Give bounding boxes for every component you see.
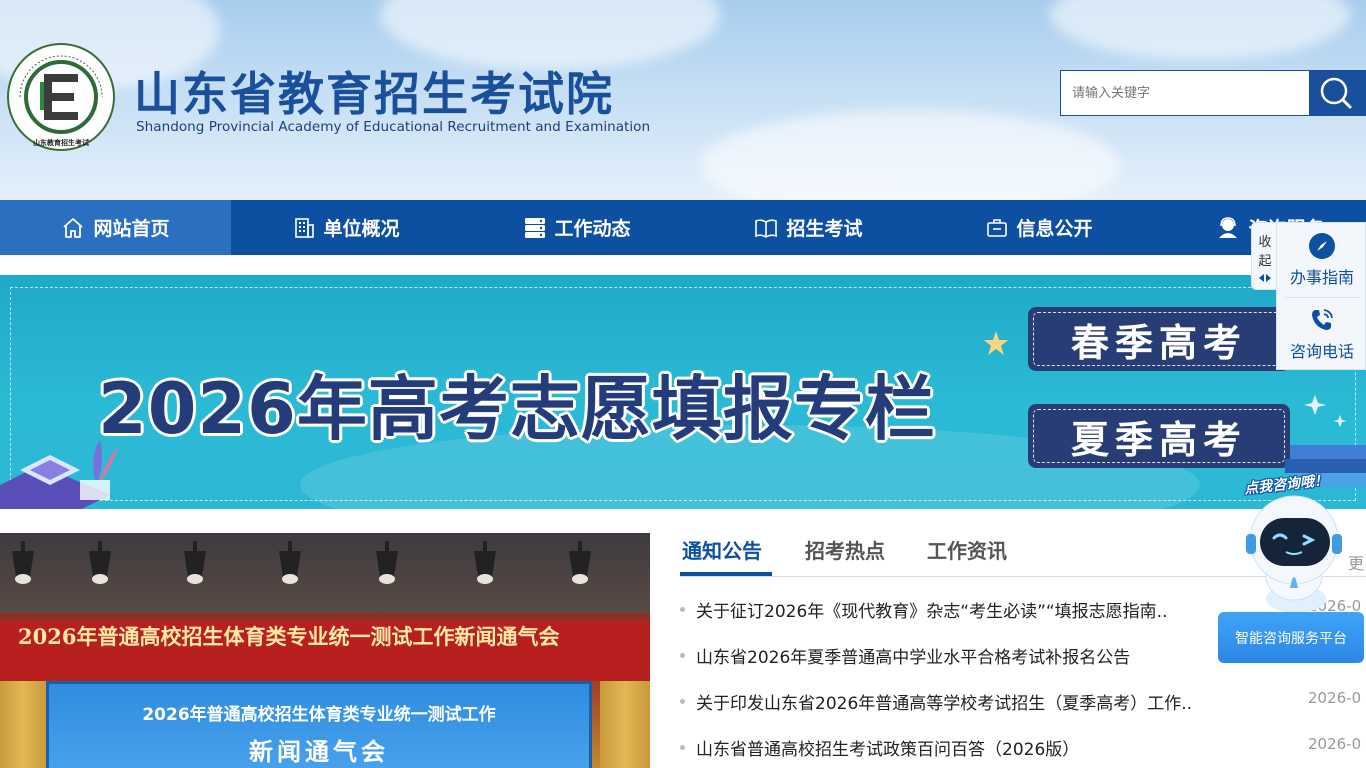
bullet-dot [680, 745, 685, 750]
curtain-right [600, 681, 650, 768]
tab-work-news[interactable]: 工作资讯 [927, 535, 1007, 581]
side-panel-collapse[interactable]: 收 起 [1251, 222, 1276, 290]
nav-item-label: 单位概况 [323, 218, 400, 240]
nav-item-about[interactable]: 单位概况 [231, 200, 462, 255]
summer-gaokao-button[interactable]: 夏季高考 [1028, 404, 1290, 468]
spotlight-icon [12, 541, 34, 584]
news-item[interactable]: 关于印发山东省2026年普通高等学校考试招生（夏季高考）工作.. 2026-0 [680, 686, 1366, 716]
curtain-left [0, 681, 46, 768]
news-photo[interactable]: 2026年普通高校招生体育类专业统一测试工作新闻通气会 2026年普通高校招生体… [0, 533, 650, 768]
smart-consult-label: 智能咨询服务平台 [1235, 630, 1347, 647]
compass-icon [1309, 233, 1335, 259]
screen-line-1: 2026年普通高校招生体育类专业统一测试工作 [142, 705, 496, 725]
academy-logo[interactable]: 山东教育招生考试 [6, 42, 116, 152]
page: 山东教育招生考试 山东省教育招生考试院 Shandong Provincial … [0, 0, 1366, 768]
star-icon [984, 331, 1008, 355]
briefcase-icon [987, 218, 1008, 237]
collapse-label-1: 收 [1258, 235, 1272, 250]
side-item-label: 咨询电话 [1289, 342, 1354, 361]
banner-title: 2026年高考志愿填报专栏 [98, 368, 936, 450]
headset-icon [1219, 216, 1238, 238]
spring-gaokao-label: 春季高考 [1070, 320, 1247, 365]
news-title[interactable]: 山东省普通高校招生考试政策百问百答（2026版） [696, 735, 1079, 760]
side-item-label: 办事指南 [1289, 268, 1354, 287]
spotlight-icon [184, 541, 206, 584]
spotlight-icon [474, 541, 496, 584]
spotlight-icon [376, 541, 398, 584]
nav-item-label: 网站首页 [93, 218, 170, 240]
search-input[interactable] [1060, 70, 1310, 116]
news-title[interactable]: 关于印发山东省2026年普通高等学校考试招生（夏季高考）工作.. [696, 689, 1192, 714]
phone-icon [1312, 309, 1333, 330]
building-icon [295, 217, 315, 238]
server-icon [525, 217, 546, 238]
emblem-bottom-text: 山东教育招生考试 [33, 138, 89, 147]
side-panel: 办事指南 咨询电话 [1276, 222, 1366, 370]
spring-gaokao-button[interactable]: 春季高考 [1028, 307, 1290, 371]
smart-consult-button[interactable]: 智能咨询服务平台 [1218, 612, 1364, 663]
main-nav: 网站首页 单位概况 工作动态 招生考试 信息公开 [0, 200, 1366, 255]
spotlight-icon [279, 541, 301, 584]
site-title: 山东省教育招生考试院 [134, 67, 614, 121]
nav-item-disclosure[interactable]: 信息公开 [924, 200, 1155, 255]
arrows-icon [1259, 274, 1271, 282]
projection-screen: 2026年普通高校招生体育类专业统一测试工作 新闻通气会 [46, 681, 592, 768]
nav-item-label: 信息公开 [1016, 218, 1093, 240]
cloud-decoration [700, 110, 1120, 200]
search-icon [1320, 77, 1352, 109]
tab-exam-hotspots[interactable]: 招考热点 [805, 535, 885, 581]
nav-item-news[interactable]: 工作动态 [462, 200, 693, 255]
news-title[interactable]: 关于征订2026年《现代教育》杂志“考生必读”“填报志愿指南.. [696, 597, 1168, 622]
nav-item-label: 工作动态 [554, 218, 631, 240]
news-date: 2026-0 [1308, 735, 1362, 753]
spotlight-icon [89, 541, 111, 584]
screen-line-2: 新闻通气会 [249, 738, 389, 766]
collapse-label-2: 起 [1258, 254, 1272, 269]
spotlight-icon [569, 541, 591, 584]
book-icon [755, 218, 778, 238]
bullet-dot [680, 607, 685, 612]
gaokao-banner[interactable]: 2026年高考志愿填报专栏 春季高考 夏季高考 [0, 275, 1366, 509]
bullet-dot [680, 653, 685, 658]
nav-item-admissions[interactable]: 招生考试 [693, 200, 924, 255]
header: 山东教育招生考试 山东省教育招生考试院 Shandong Provincial … [0, 0, 1366, 200]
site-subtitle: Shandong Provincial Academy of Education… [136, 119, 651, 135]
cloud-decoration [1050, 0, 1350, 60]
side-item-phone[interactable]: 咨询电话 [1277, 297, 1366, 371]
nav-item-home[interactable]: 网站首页 [0, 200, 231, 255]
bullet-dot [680, 699, 685, 704]
news-item[interactable]: 山东省普通高校招生考试政策百问百答（2026版） 2026-0 [680, 732, 1366, 762]
home-icon [63, 217, 84, 238]
nav-item-label: 招生考试 [786, 218, 863, 240]
news-title[interactable]: 山东省2026年夏季普通高中学业水平合格考试补报名公告 [696, 643, 1130, 668]
side-item-guide[interactable]: 办事指南 [1277, 223, 1366, 297]
search-button[interactable] [1309, 70, 1366, 116]
news-date: 2026-0 [1308, 689, 1362, 707]
summer-gaokao-label: 夏季高考 [1070, 417, 1247, 462]
backdrop-text: 2026年普通高校招生体育类专业统一测试工作新闻通气会 [18, 624, 560, 649]
